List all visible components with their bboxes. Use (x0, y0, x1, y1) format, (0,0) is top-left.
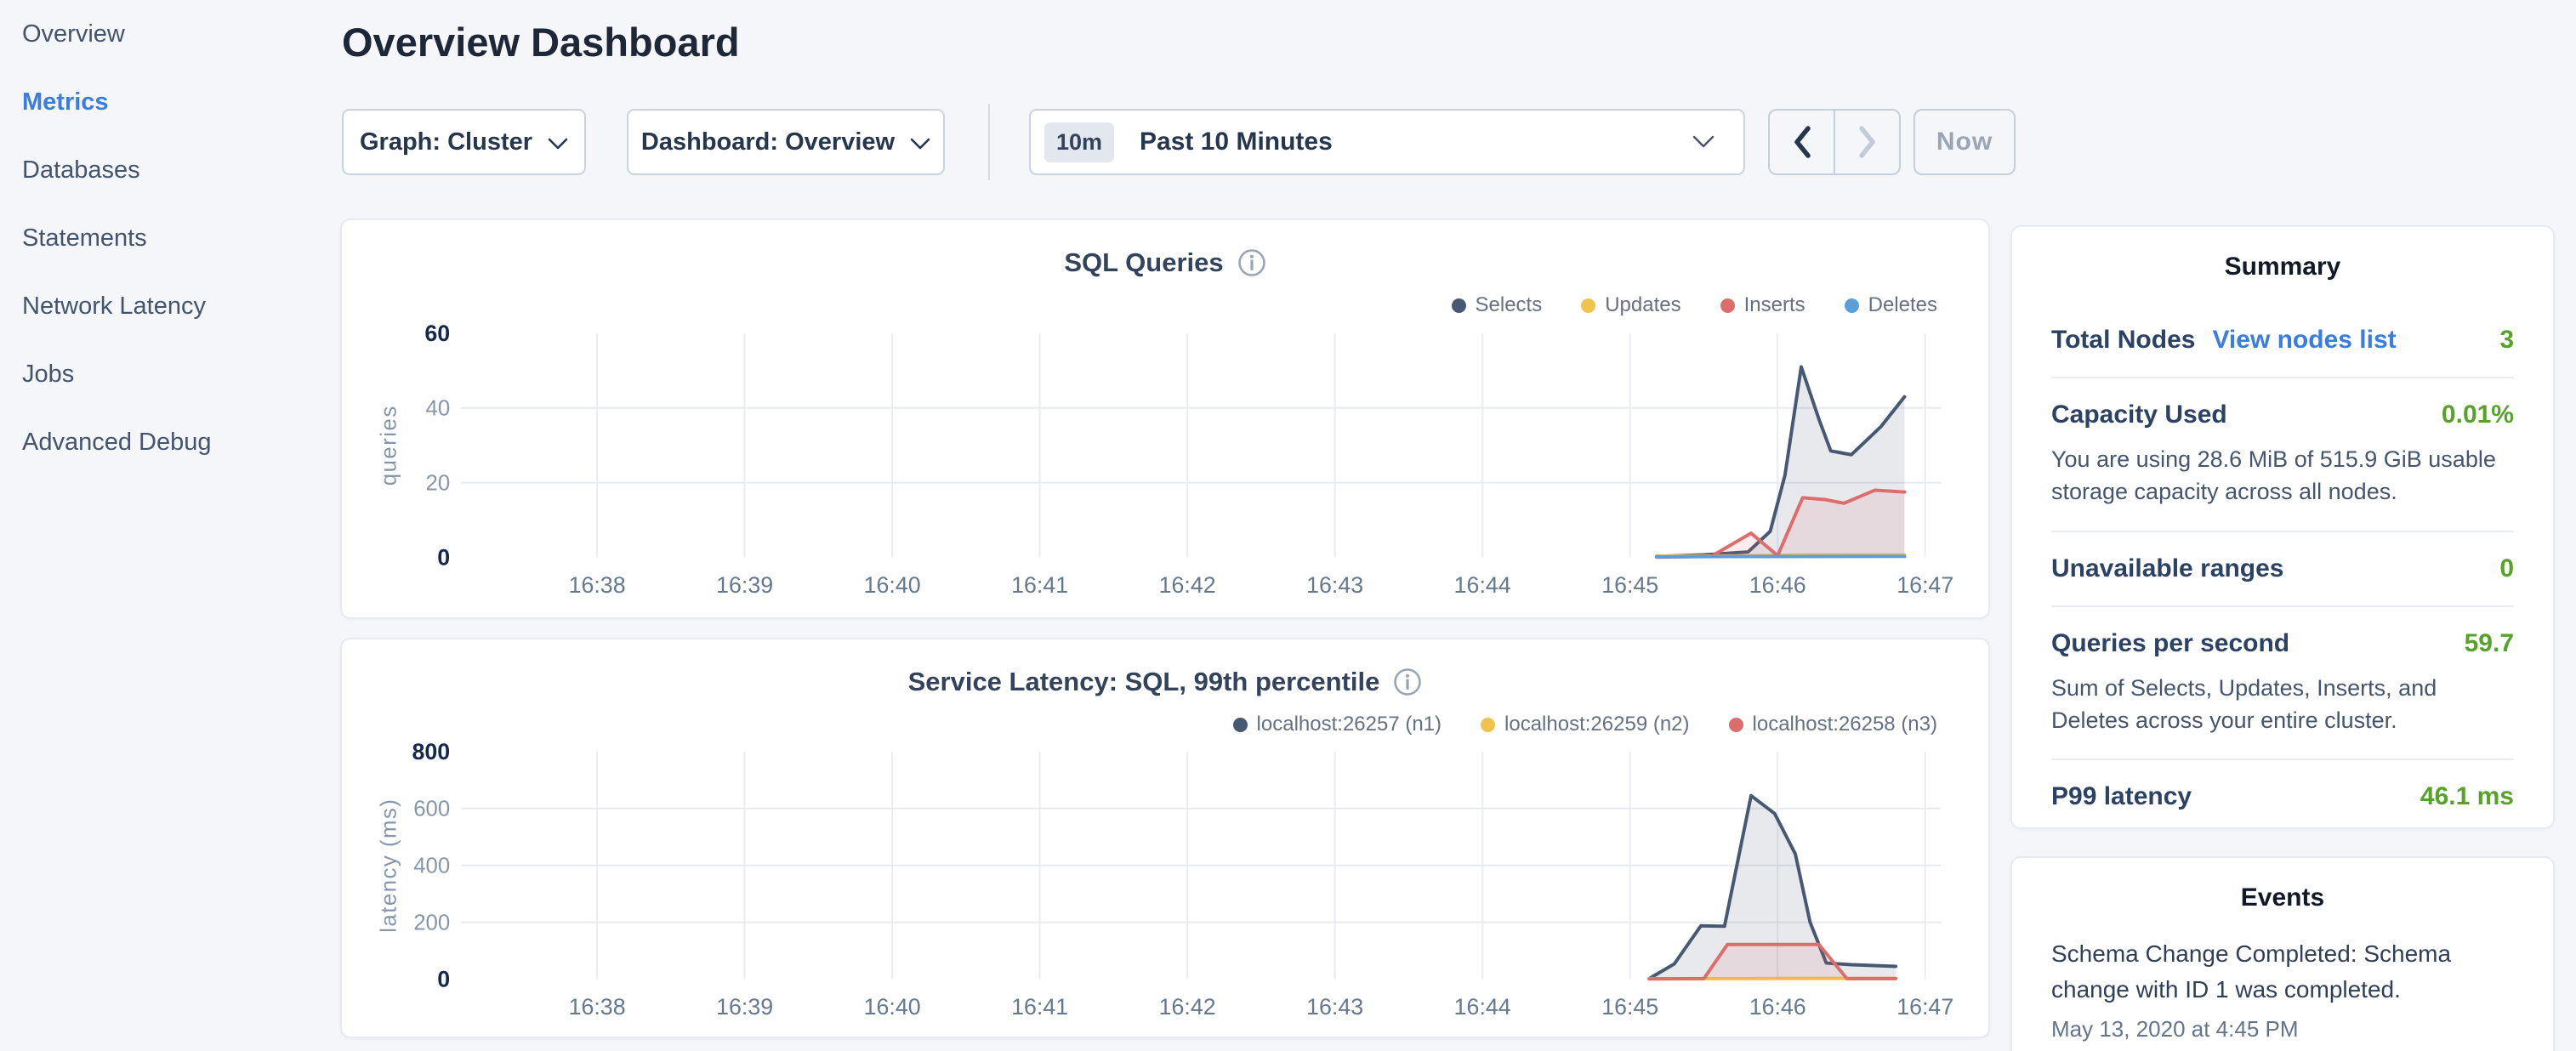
summary-row: Capacity Used 0.01% You are using 28.6 MiB… (2051, 378, 2514, 532)
page-title: Overview Dashboard (342, 19, 740, 65)
x-tick-label: 16:42 (1159, 994, 1216, 1020)
y-tick-label: 800 (412, 739, 451, 764)
chevron-down-icon (1692, 135, 1714, 149)
previous-timespan-button[interactable] (1770, 111, 1835, 173)
sidebar-item-statements[interactable]: Statements (0, 204, 340, 272)
chevron-down-icon (910, 138, 930, 151)
summary-body: Total Nodes View nodes list 3 Capacity Used… (2012, 281, 2553, 833)
x-tick-label: 16:40 (864, 994, 921, 1020)
x-tick-label: 16:38 (569, 572, 626, 598)
summary-label: Queries per second (2051, 629, 2289, 658)
summary-label: Total Nodes (2051, 326, 2195, 355)
service-latency-chart-panel: Service Latency: SQL, 99th percentile lo… (340, 638, 1990, 1038)
sidebar-item-metrics[interactable]: Metrics (0, 68, 340, 136)
x-tick-label: 16:41 (1011, 572, 1068, 598)
summary-row: Total Nodes View nodes list 3 (2051, 304, 2514, 378)
service-latency-chart[interactable]: 16:38 16:39 16:40 16:41 16:42 16:43 16:44 16:45… (342, 639, 1988, 1037)
events-panel: Events Schema Change Completed: Schema c… (2010, 856, 2555, 1051)
controls-divider (988, 104, 990, 180)
sidebar-item-network-latency[interactable]: Network Latency (0, 272, 340, 340)
x-tick-label: 16:45 (1601, 572, 1658, 598)
summary-description: You are using 28.6 MiB of 515.9 GiB usab… (2051, 443, 2514, 508)
x-tick-label: 16:43 (1306, 572, 1363, 598)
summary-value: 3 (2499, 326, 2514, 355)
x-tick-label: 16:42 (1159, 572, 1216, 598)
y-tick-label: 600 (413, 798, 450, 821)
y-tick-label: 0 (437, 967, 450, 992)
x-tick-label: 16:47 (1896, 572, 1953, 598)
y-tick-label: 200 (413, 912, 450, 935)
summary-value: 46.1 ms (2420, 782, 2514, 811)
time-range-selector[interactable]: 10m Past 10 Minutes (1029, 109, 1745, 175)
summary-label: Capacity Used (2051, 401, 2227, 429)
x-tick-label: 16:44 (1454, 994, 1511, 1020)
x-tick-label: 16:46 (1749, 572, 1806, 598)
summary-panel: Summary Total Nodes View nodes list 3 Capac… (2010, 225, 2555, 829)
sql-queries-chart[interactable]: 16:38 16:39 16:40 16:41 16:42 16:43 16:44 16:45… (342, 220, 1988, 617)
graph-dropdown-label: Graph: Cluster (360, 128, 532, 156)
sidebar-item-databases[interactable]: Databases (0, 136, 340, 204)
next-timespan-button[interactable] (1835, 111, 1899, 173)
x-tick-label: 16:39 (716, 572, 773, 598)
y-tick-label: 20 (426, 472, 451, 496)
controls-bar: Graph: Cluster Dashboard: Overview 10m P… (342, 109, 2043, 175)
events-heading: Events (2012, 858, 2553, 912)
event-message[interactable]: Schema Change Completed: Schema change w… (2051, 936, 2514, 1008)
chevron-down-icon (548, 138, 568, 151)
y-tick-label: 60 (424, 321, 450, 346)
time-range-label: Past 10 Minutes (1140, 128, 1692, 156)
sidebar: OverviewMetricsDatabasesStatementsNetwor… (0, 0, 340, 1051)
summary-label: P99 latency (2051, 782, 2192, 811)
y-tick-label: 0 (437, 545, 450, 571)
y-tick-label: 400 (413, 855, 450, 878)
y-axis-title: latency (ms) (378, 798, 401, 933)
dashboard-dropdown[interactable]: Dashboard: Overview (627, 109, 945, 175)
sidebar-item-advanced-debug[interactable]: Advanced Debug (0, 408, 340, 476)
summary-label: Unavailable ranges (2051, 554, 2283, 583)
time-step-buttons (1768, 109, 1901, 175)
summary-value: 59.7 (2465, 629, 2514, 658)
x-tick-label: 16:40 (864, 572, 921, 598)
x-tick-label: 16:43 (1306, 994, 1363, 1020)
y-axis-title: queries (378, 405, 401, 486)
now-button[interactable]: Now (1914, 109, 2016, 175)
graph-dropdown[interactable]: Graph: Cluster (342, 109, 586, 175)
summary-description: Sum of Selects, Updates, Inserts, and De… (2051, 672, 2514, 737)
y-tick-label: 40 (426, 397, 451, 421)
sidebar-item-overview[interactable]: Overview (0, 0, 340, 68)
x-tick-label: 16:45 (1601, 994, 1658, 1020)
x-tick-label: 16:38 (569, 994, 626, 1020)
x-tick-label: 16:41 (1011, 994, 1068, 1020)
summary-row: P99 latency 46.1 ms (2051, 760, 2514, 833)
summary-row: Queries per second 59.7 Sum of Selects, Up… (2051, 607, 2514, 761)
summary-value: 0 (2499, 554, 2514, 583)
events-body: Schema Change Completed: Schema change w… (2012, 912, 2553, 1042)
summary-value: 0.01% (2442, 401, 2514, 429)
chevron-right-icon (1858, 126, 1877, 158)
x-tick-label: 16:47 (1896, 994, 1953, 1020)
sql-queries-chart-panel: SQL Queries SelectsUpdatesInsertsDeletes… (340, 219, 1990, 619)
view-nodes-list-link[interactable]: View nodes list (2212, 326, 2396, 355)
time-range-badge: 10m (1044, 122, 1114, 162)
summary-heading: Summary (2012, 227, 2553, 281)
x-tick-label: 16:46 (1749, 994, 1806, 1020)
x-tick-label: 16:39 (716, 994, 773, 1020)
sidebar-item-jobs[interactable]: Jobs (0, 340, 340, 408)
summary-row: Unavailable ranges 0 (2051, 532, 2514, 607)
event-timestamp: May 13, 2020 at 4:45 PM (2051, 1016, 2514, 1042)
chevron-left-icon (1793, 126, 1811, 158)
dashboard-dropdown-label: Dashboard: Overview (641, 128, 895, 156)
x-tick-label: 16:44 (1454, 572, 1511, 598)
